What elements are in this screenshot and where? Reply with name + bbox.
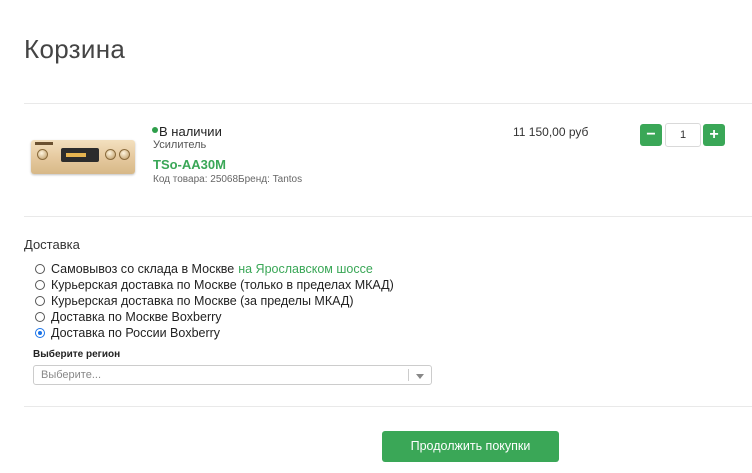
stock-status-dot	[152, 127, 158, 133]
divider	[24, 103, 752, 104]
region-select[interactable]: Выберите...	[33, 365, 432, 385]
select-separator	[408, 369, 409, 381]
pickup-location-link[interactable]: на Ярославском шоссе	[238, 262, 373, 276]
delivery-option-boxberry-moscow[interactable]: Доставка по Москве Boxberry	[35, 309, 394, 325]
page-title: Корзина	[24, 34, 126, 64]
delivery-radio[interactable]	[35, 296, 45, 306]
product-meta: Код товара: 25068Бренд: Tantos	[153, 174, 303, 185]
delivery-options: Самовывоз со склада в Москве на Ярославс…	[35, 261, 394, 341]
continue-shopping-button[interactable]: Продолжить покупки	[382, 431, 559, 462]
quantity-input[interactable]	[665, 123, 701, 147]
region-label: Выберите регион	[33, 349, 121, 360]
delivery-option-label: Курьерская доставка по Москве (за предел…	[51, 294, 354, 308]
delivery-option-pickup[interactable]: Самовывоз со склада в Москве на Ярославс…	[35, 261, 394, 277]
quantity-increase-button[interactable]: +	[703, 124, 725, 146]
chevron-down-icon[interactable]	[416, 374, 424, 379]
region-select-placeholder: Выберите...	[41, 369, 102, 381]
delivery-option-boxberry-russia[interactable]: Доставка по России Boxberry	[35, 325, 394, 341]
item-price: 11 150,00 руб	[513, 125, 589, 139]
stock-status: В наличии	[159, 124, 222, 139]
delivery-option-label: Доставка по Москве Boxberry	[51, 310, 222, 324]
delivery-radio[interactable]	[35, 312, 45, 322]
delivery-radio-selected[interactable]	[35, 328, 45, 338]
delivery-option-label: Курьерская доставка по Москве (только в …	[51, 278, 394, 292]
product-category: Усилитель	[153, 139, 207, 151]
divider	[24, 216, 752, 217]
divider	[24, 406, 752, 407]
minus-icon: −	[646, 126, 656, 143]
product-image[interactable]	[31, 140, 135, 174]
delivery-radio[interactable]	[35, 280, 45, 290]
delivery-option-label: Самовывоз со склада в Москве	[51, 262, 235, 276]
product-name-link[interactable]: TSo-AA30M	[153, 157, 226, 172]
delivery-heading: Доставка	[24, 237, 80, 252]
quantity-decrease-button[interactable]: −	[640, 124, 662, 146]
delivery-radio[interactable]	[35, 264, 45, 274]
delivery-option-courier-outside-mkad[interactable]: Курьерская доставка по Москве (за предел…	[35, 293, 394, 309]
delivery-option-courier-inside-mkad[interactable]: Курьерская доставка по Москве (только в …	[35, 277, 394, 293]
plus-icon: +	[709, 126, 719, 143]
delivery-option-label: Доставка по России Boxberry	[51, 326, 221, 340]
